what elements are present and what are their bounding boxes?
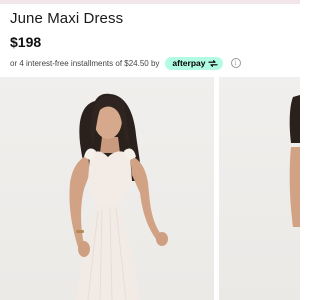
product-photo-main[interactable] [0, 77, 214, 300]
product-title: June Maxi Dress [10, 10, 124, 27]
afterpay-arrows-icon [207, 59, 218, 67]
product-photo-next[interactable] [219, 77, 300, 300]
product-price: $198 [10, 34, 42, 50]
installments-row: or 4 interest-free installments of $24.5… [10, 55, 241, 71]
afterpay-label: afterpay [172, 58, 206, 68]
product-image-gallery[interactable] [0, 77, 300, 300]
installments-text: or 4 interest-free installments of $24.5… [10, 58, 160, 68]
info-icon[interactable]: i [230, 58, 241, 68]
model-photo-icon [289, 95, 300, 227]
afterpay-badge[interactable]: afterpay [165, 56, 223, 70]
top-accent-bar [0, 0, 300, 4]
model-photo-icon [69, 93, 168, 300]
